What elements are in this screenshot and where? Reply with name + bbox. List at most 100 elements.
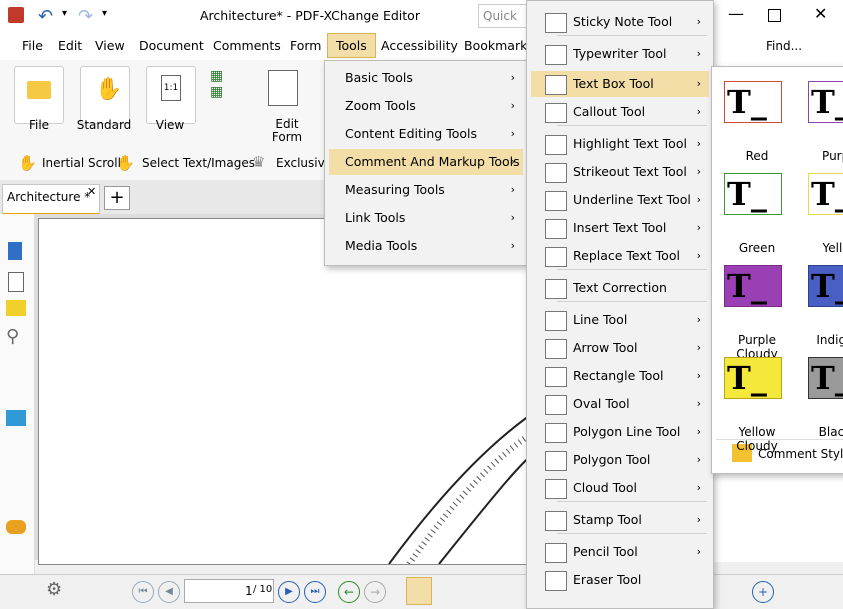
eraser-icon (545, 571, 567, 591)
select-text-icon: ✋ (116, 154, 135, 172)
first-page-button[interactable]: ⏮ (132, 581, 154, 603)
menu-highlight-text-tool[interactable]: Highlight Text Tool › (531, 131, 709, 157)
inertial-scroll-button[interactable]: Inertial Scroll (42, 156, 121, 170)
standard-button[interactable]: ✋ (80, 66, 130, 124)
menu-basic-tools[interactable]: Basic Tools › (329, 65, 523, 91)
style-swatch[interactable]: T_ Black C (802, 349, 843, 439)
menu-stamp-tool[interactable]: Stamp Tool › (531, 507, 709, 533)
links-panel-icon[interactable] (6, 520, 26, 534)
menu-text-box-tool[interactable]: Text Box Tool › (531, 71, 709, 97)
select-text-button[interactable]: Select Text/Images (142, 156, 255, 170)
menu-link-tools[interactable]: Link Tools › (329, 205, 523, 231)
menu-polygon-tool[interactable]: Polygon Tool › (531, 447, 709, 473)
menu-pencil-tool[interactable]: Pencil Tool › (531, 539, 709, 565)
menu-polygon-line-tool[interactable]: Polygon Line Tool › (531, 419, 709, 445)
page-number-input[interactable]: 1 / 10 (184, 579, 274, 603)
menu-item-label: Text Correction (573, 280, 667, 295)
menu-view[interactable]: View (95, 38, 125, 53)
insert-text-icon (545, 219, 567, 239)
style-swatch[interactable]: T_ Purple (802, 73, 843, 163)
menu-rectangle-tool[interactable]: Rectangle Tool › (531, 363, 709, 389)
highlight-icon (545, 135, 567, 155)
tab-architecture[interactable]: Architecture * ✕ (2, 184, 100, 216)
menu-zoom-tools[interactable]: Zoom Tools › (329, 93, 523, 119)
zoom-in-button[interactable]: + (752, 581, 774, 603)
menu-text-correction[interactable]: Text Correction (531, 275, 709, 301)
menu-comment-markup-tools[interactable]: Comment And Markup Tools › (329, 149, 523, 175)
redo-icon[interactable]: ↷ (78, 6, 93, 27)
menu-typewriter-tool[interactable]: Typewriter Tool › (531, 41, 709, 67)
left-sidebar: ⚲ (0, 214, 35, 574)
new-tab-button[interactable]: + (104, 186, 130, 210)
menu-insert-text-tool[interactable]: Insert Text Tool › (531, 215, 709, 241)
find-button[interactable]: Find... (766, 39, 802, 53)
back-view-button[interactable]: ← (338, 581, 360, 603)
menu-item-label: Highlight Text Tool (573, 136, 687, 151)
menu-eraser-tool[interactable]: Eraser Tool (531, 567, 709, 593)
maximize-icon[interactable] (768, 9, 781, 22)
menu-separator (557, 533, 707, 534)
redo-dropdown-icon[interactable]: ▾ (102, 8, 107, 19)
forward-view-button[interactable]: → (364, 581, 386, 603)
layers-panel-icon[interactable] (6, 410, 26, 426)
chevron-right-icon: › (510, 239, 515, 252)
single-page-layout-icon[interactable] (406, 577, 432, 605)
undo-dropdown-icon[interactable]: ▾ (62, 8, 67, 19)
chevron-right-icon: › (696, 425, 701, 438)
bookmarks-panel-icon[interactable] (8, 242, 22, 260)
menu-comments[interactable]: Comments (213, 38, 281, 53)
style-swatch[interactable]: T_ Green (718, 165, 796, 255)
edit-form-button[interactable] (262, 66, 310, 122)
menu-separator (557, 269, 707, 270)
menu-edit[interactable]: Edit (58, 38, 82, 53)
view-button[interactable]: 1:1 (146, 66, 196, 124)
chevron-right-icon: › (696, 313, 701, 326)
menu-underline-text-tool[interactable]: Underline Text Tool › (531, 187, 709, 213)
menu-sticky-note-tool[interactable]: Sticky Note Tool › (531, 9, 709, 35)
comments-panel-icon[interactable] (6, 300, 26, 316)
menu-form[interactable]: Form (290, 38, 322, 53)
style-swatch[interactable]: T_ Yellow (802, 165, 843, 255)
menu-separator (557, 125, 707, 126)
menu-oval-tool[interactable]: Oval Tool › (531, 391, 709, 417)
menu-callout-tool[interactable]: Callout Tool › (531, 99, 709, 125)
menu-tools[interactable]: Tools (327, 33, 376, 58)
style-swatch[interactable]: T_ Red (718, 73, 796, 163)
chevron-right-icon: › (696, 165, 701, 178)
attachments-panel-icon[interactable]: ⚲ (6, 326, 19, 347)
chevron-right-icon: › (696, 249, 701, 262)
menu-accessibility[interactable]: Accessibility (381, 38, 458, 53)
menu-arrow-tool[interactable]: Arrow Tool › (531, 335, 709, 361)
last-page-button[interactable]: ⏭ (304, 581, 326, 603)
menu-bookmarks[interactable]: Bookmarks (464, 38, 534, 53)
menu-line-tool[interactable]: Line Tool › (531, 307, 709, 333)
menu-file[interactable]: File (22, 38, 43, 53)
style-swatch[interactable]: T_ Indigo C (802, 257, 843, 347)
next-page-button[interactable]: ▶ (278, 581, 300, 603)
image-text-icon[interactable]: ▦ ▦ (210, 68, 232, 112)
file-button[interactable] (14, 66, 64, 124)
thumbnails-panel-icon[interactable] (8, 272, 24, 292)
tab-close-icon[interactable]: ✕ (87, 185, 96, 198)
oval-icon (545, 395, 567, 415)
menu-replace-text-tool[interactable]: Replace Text Tool › (531, 243, 709, 269)
pdf-page[interactable] (38, 218, 540, 565)
undo-icon[interactable]: ↶ (38, 6, 53, 27)
menu-content-editing-tools[interactable]: Content Editing Tools › (329, 121, 523, 147)
close-icon[interactable]: ✕ (814, 4, 827, 23)
style-swatch[interactable]: T_ Yellow Cloudy (718, 349, 796, 453)
chevron-right-icon: › (696, 15, 701, 28)
style-swatch[interactable]: T_ Purple Cloudy (718, 257, 796, 361)
page-view-icon: 1:1 (161, 75, 181, 101)
menu-document[interactable]: Document (139, 38, 204, 53)
prev-page-button[interactable]: ◀ (158, 581, 180, 603)
text-correction-icon (545, 279, 567, 299)
menu-media-tools[interactable]: Media Tools › (329, 233, 523, 259)
menu-cloud-tool[interactable]: Cloud Tool › (531, 475, 709, 501)
edit-form-label: Edit Form (271, 117, 303, 144)
menu-measuring-tools[interactable]: Measuring Tools › (329, 177, 523, 203)
menu-strikeout-text-tool[interactable]: Strikeout Text Tool › (531, 159, 709, 185)
minimize-icon[interactable]: — (728, 4, 744, 23)
chevron-right-icon: › (696, 397, 701, 410)
settings-gear-icon[interactable]: ⚙ (46, 579, 62, 600)
